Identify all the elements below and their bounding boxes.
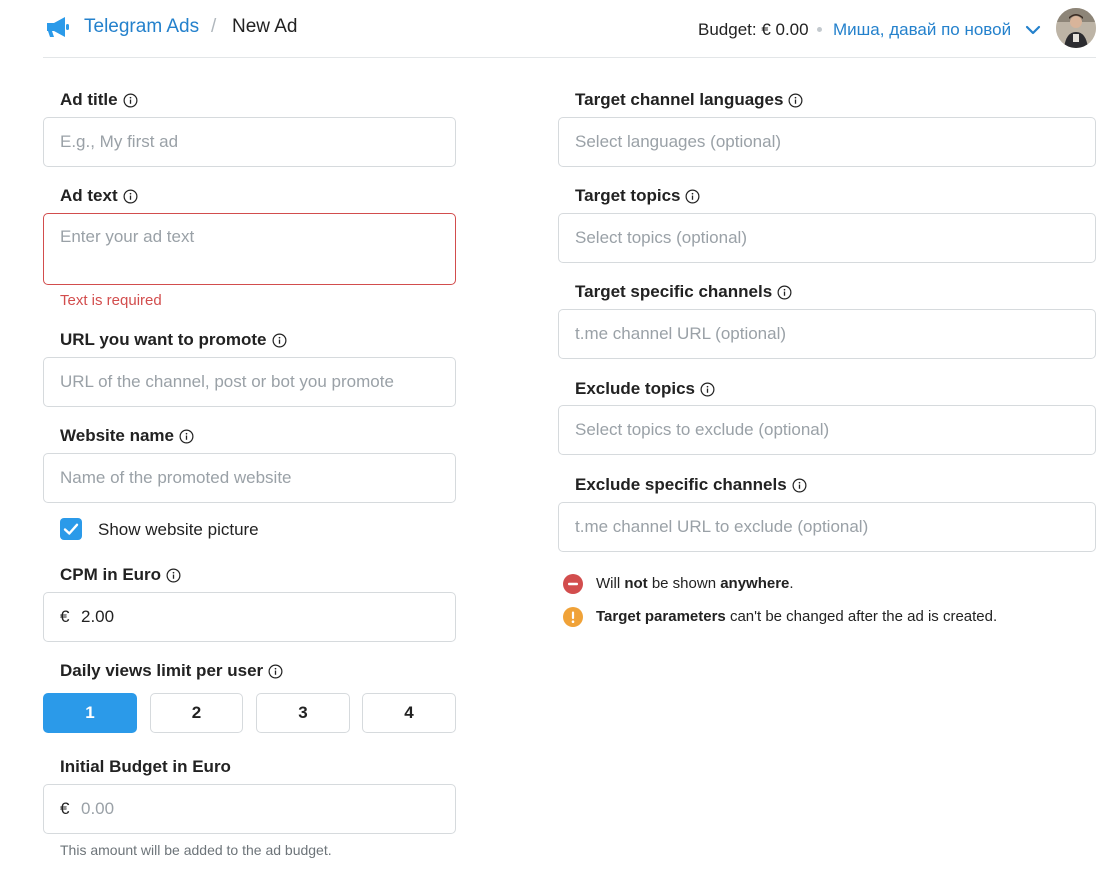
topics-label-text: Target topics — [575, 186, 681, 205]
note-fragment: can't be changed after the ad is created… — [725, 608, 998, 625]
info-icon[interactable] — [788, 93, 803, 108]
params-note-text: Target parameters can't be changed after… — [596, 607, 997, 627]
visibility-note: Will not be shown anywhere. — [563, 574, 794, 594]
cpm-label: CPM in Euro — [60, 564, 181, 586]
channels-input[interactable] — [575, 310, 1085, 358]
website-name-field[interactable] — [43, 453, 456, 503]
header-divider — [43, 57, 1096, 58]
url-label-text: URL you want to promote — [60, 330, 267, 349]
initial-budget-hint: This amount will be added to the ad budg… — [60, 842, 332, 858]
channels-field[interactable] — [558, 309, 1096, 359]
info-icon[interactable] — [272, 333, 287, 348]
languages-label-text: Target channel languages — [575, 90, 784, 109]
exclude-channels-label: Exclude specific channels — [575, 474, 807, 496]
note-fragment: Will — [596, 575, 625, 592]
daily-views-label-text: Daily views limit per user — [60, 661, 264, 680]
breadcrumb-current: New Ad — [232, 16, 298, 37]
info-icon[interactable] — [166, 568, 181, 583]
avatar[interactable] — [1056, 8, 1096, 48]
initial-budget-field[interactable]: € — [43, 784, 456, 834]
topics-label: Target topics — [575, 185, 700, 207]
info-icon[interactable] — [268, 664, 283, 679]
daily-views-option-3[interactable]: 3 — [256, 693, 350, 733]
topics-field[interactable] — [558, 213, 1096, 263]
info-icon[interactable] — [700, 382, 715, 397]
info-icon[interactable] — [123, 93, 138, 108]
breadcrumb-separator: / — [211, 16, 217, 37]
url-input[interactable] — [60, 358, 445, 406]
ad-title-field[interactable] — [43, 117, 456, 167]
show-picture-label[interactable]: Show website picture — [98, 519, 259, 541]
currency-symbol: € — [60, 799, 70, 818]
url-field[interactable] — [43, 357, 456, 407]
separator-dot — [817, 27, 822, 32]
languages-input[interactable] — [575, 118, 1085, 166]
exclamation-icon — [563, 607, 583, 627]
breadcrumb-root[interactable]: Telegram Ads — [84, 16, 199, 38]
channels-label-text: Target specific channels — [575, 282, 773, 301]
budget-display: Budget: € 0.00 — [698, 20, 809, 39]
account-switcher[interactable]: Миша, давай по новой — [833, 19, 1011, 41]
cpm-label-text: CPM in Euro — [60, 565, 162, 584]
exclude-topics-field[interactable] — [558, 405, 1096, 455]
daily-views-option-4[interactable]: 4 — [362, 693, 456, 733]
visibility-note-text: Will not be shown anywhere. — [596, 574, 794, 594]
languages-label: Target channel languages — [575, 89, 803, 111]
exclude-topics-label: Exclude topics — [575, 378, 715, 400]
daily-views-option-2[interactable]: 2 — [150, 693, 243, 733]
initial-budget-label: Initial Budget in Euro — [60, 756, 231, 778]
ad-title-label-text: Ad title — [60, 90, 118, 109]
minus-circle-icon — [563, 574, 583, 594]
url-label: URL you want to promote — [60, 329, 287, 351]
info-icon[interactable] — [179, 429, 194, 444]
info-icon[interactable] — [792, 478, 807, 493]
exclude-channels-input[interactable] — [575, 503, 1085, 551]
website-name-label: Website name — [60, 425, 194, 447]
exclude-topics-input[interactable] — [575, 406, 1085, 454]
exclude-topics-label-text: Exclude topics — [575, 379, 695, 398]
info-icon[interactable] — [685, 189, 700, 204]
chevron-down-icon[interactable] — [1025, 23, 1041, 37]
channels-label: Target specific channels — [575, 281, 792, 303]
website-name-input[interactable] — [60, 454, 445, 502]
ad-title-input[interactable] — [60, 118, 445, 166]
megaphone-icon[interactable] — [45, 16, 71, 38]
params-note: Target parameters can't be changed after… — [563, 607, 997, 627]
note-emphasis: anywhere — [720, 575, 790, 592]
note-fragment: . — [789, 575, 794, 592]
show-picture-checkbox[interactable] — [60, 518, 82, 540]
note-emphasis: Target parameters — [596, 608, 726, 625]
ad-text-label: Ad text — [60, 185, 138, 207]
note-emphasis: not — [624, 575, 648, 592]
cpm-input[interactable] — [81, 593, 445, 641]
info-icon[interactable] — [123, 189, 138, 204]
ad-text-field[interactable] — [43, 213, 456, 285]
ad-text-input[interactable] — [60, 226, 445, 282]
note-fragment: be shown — [647, 575, 721, 592]
daily-views-label: Daily views limit per user — [60, 660, 283, 682]
website-name-label-text: Website name — [60, 426, 175, 445]
initial-budget-label-text: Initial Budget in Euro — [60, 757, 231, 776]
exclude-channels-label-text: Exclude specific channels — [575, 475, 787, 494]
cpm-field[interactable]: € — [43, 592, 456, 642]
initial-budget-input[interactable] — [81, 785, 445, 833]
exclude-channels-field[interactable] — [558, 502, 1096, 552]
ad-title-label: Ad title — [60, 89, 138, 111]
checkmark-icon — [63, 523, 79, 535]
topics-input[interactable] — [575, 214, 1085, 262]
currency-symbol: € — [60, 607, 70, 626]
info-icon[interactable] — [777, 285, 792, 300]
ad-text-error: Text is required — [60, 292, 162, 309]
languages-field[interactable] — [558, 117, 1096, 167]
ad-text-label-text: Ad text — [60, 186, 118, 205]
header: Telegram Ads / New Ad Budget: € 0.00 Миш… — [0, 0, 1109, 58]
daily-views-option-1[interactable]: 1 — [43, 693, 137, 733]
